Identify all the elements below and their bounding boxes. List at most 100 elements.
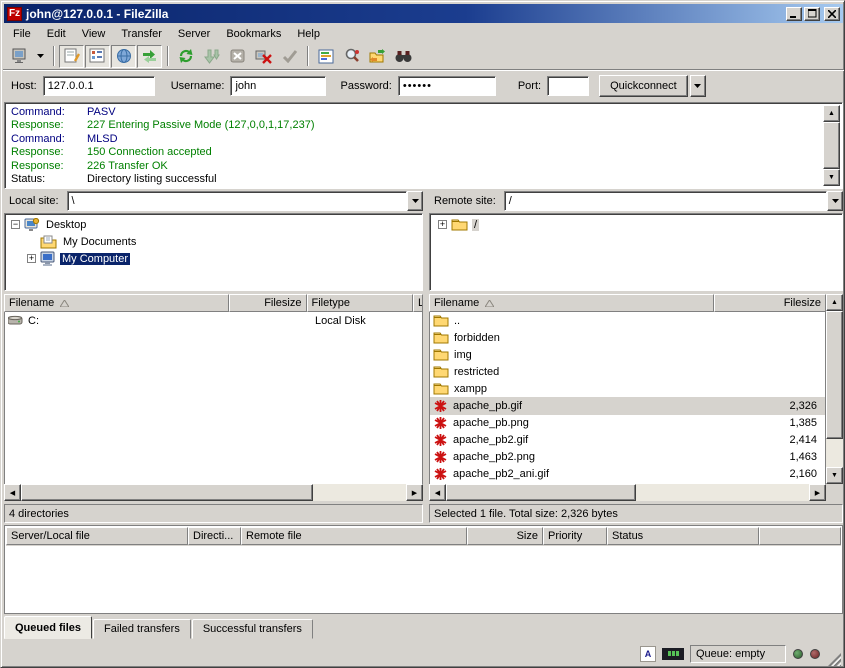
remote-file-row[interactable]: apache_pb2.gif 2,414 [430, 432, 825, 449]
binoculars-icon [395, 50, 412, 63]
remote-file-row[interactable]: img [430, 346, 825, 363]
collapse-icon[interactable]: − [11, 220, 20, 229]
remote-file-row-selected[interactable]: apache_pb.gif 2,326 [430, 397, 825, 414]
toggle-message-log-button[interactable] [59, 45, 84, 68]
remote-file-row[interactable]: forbidden [430, 329, 825, 346]
port-input[interactable] [547, 76, 589, 96]
queue-tabs: Queued files Failed transfers Successful… [4, 615, 843, 639]
resize-grip[interactable] [828, 653, 841, 666]
folder-icon [433, 365, 449, 378]
scroll-up-icon: ▲ [831, 299, 838, 306]
remote-file-row[interactable]: .. [430, 312, 825, 329]
remote-vscrollbar[interactable]: ▲ ▼ [826, 294, 843, 484]
menu-server[interactable]: Server [170, 26, 218, 42]
speed-limits-icon[interactable] [662, 648, 684, 660]
log-scrollbar[interactable]: ▲ ▼ [823, 105, 840, 186]
queue-list-area[interactable] [6, 546, 841, 612]
column-filename[interactable]: Filename [429, 294, 714, 312]
maximize-button[interactable] [804, 7, 820, 21]
tab-successful-transfers[interactable]: Successful transfers [192, 619, 313, 639]
remote-file-row[interactable]: apache_pb.png 1,385 [430, 415, 825, 432]
filter-button[interactable] [313, 45, 338, 68]
local-hscrollbar[interactable]: ◀ ▶ [4, 484, 423, 501]
local-file-row[interactable]: C: Local Disk [5, 312, 422, 329]
remote-file-list[interactable]: .. forbidden img restricted xampp apache… [429, 312, 826, 484]
tree-item-desktop[interactable]: − Desktop [7, 216, 420, 233]
image-file-icon [433, 416, 448, 430]
disconnect-button[interactable] [251, 45, 276, 68]
synchronized-browsing-button[interactable] [365, 45, 390, 68]
menu-transfer[interactable]: Transfer [113, 26, 170, 42]
column-status[interactable]: Status [607, 527, 759, 545]
local-panel: Local site: \ − Desktop My Documents + M… [4, 189, 423, 523]
remote-file-row[interactable]: apache_pb2.png 1,463 [430, 449, 825, 466]
tree-item-my-computer[interactable]: + My Computer [7, 250, 420, 267]
column-filler [759, 527, 841, 545]
menu-help[interactable]: Help [289, 26, 328, 42]
toggle-local-tree-button[interactable] [85, 45, 110, 68]
tree-item-root[interactable]: + / [432, 216, 840, 233]
menu-view[interactable]: View [74, 26, 114, 42]
remote-tree[interactable]: + / [429, 213, 843, 291]
expand-icon[interactable]: + [27, 254, 36, 263]
scroll-left-icon: ◀ [10, 489, 15, 497]
remote-file-row[interactable]: restricted [430, 363, 825, 380]
process-queue-button[interactable] [199, 45, 224, 68]
local-tree-icon [89, 48, 106, 64]
column-filename[interactable]: Filename [4, 294, 229, 312]
quickconnect-dropdown[interactable] [690, 75, 706, 97]
site-manager-button[interactable] [7, 45, 32, 68]
folder-icon [451, 218, 468, 231]
message-log-text[interactable]: Command:PASV Response:227 Entering Passi… [7, 105, 823, 186]
username-input[interactable] [230, 76, 326, 96]
menu-bookmarks[interactable]: Bookmarks [218, 26, 289, 42]
queue-size-field: Queue: empty [690, 645, 786, 663]
remote-file-row[interactable]: apache_pb2_ani.gif 2,160 [430, 466, 825, 483]
menu-edit[interactable]: Edit [39, 26, 74, 42]
host-input[interactable] [43, 76, 155, 96]
remote-site-dropdown[interactable] [827, 191, 843, 211]
image-file-icon [433, 433, 448, 447]
title-bar[interactable]: Fz john@127.0.0.1 - FileZilla [4, 4, 843, 23]
column-filesize[interactable]: Filesize [714, 294, 826, 312]
directory-comparison-button[interactable] [339, 45, 364, 68]
column-filetype[interactable]: Filetype [307, 294, 413, 312]
log-line: Response:226 Transfer OK [11, 160, 823, 173]
toggle-queue-button[interactable] [137, 45, 162, 68]
remote-site-combo[interactable]: / [504, 191, 827, 211]
reconnect-button[interactable] [277, 45, 302, 68]
site-manager-dropdown[interactable] [33, 45, 48, 68]
queue-header: Server/Local file Directi... Remote file… [6, 527, 841, 546]
column-priority[interactable]: Priority [543, 527, 607, 545]
filezilla-app-icon: Fz [7, 7, 22, 21]
find-files-button[interactable] [391, 45, 416, 68]
close-button[interactable] [824, 7, 840, 21]
password-input[interactable] [398, 76, 496, 96]
remote-site-bar: Remote site: / [429, 190, 843, 212]
transfer-type-icon[interactable]: A [640, 646, 656, 662]
column-remote-file[interactable]: Remote file [241, 527, 467, 545]
remote-hscrollbar[interactable]: ◀ ▶ [429, 484, 826, 501]
column-filesize[interactable]: Filesize [229, 294, 307, 312]
tab-queued-files[interactable]: Queued files [4, 616, 92, 639]
tab-failed-transfers[interactable]: Failed transfers [93, 619, 191, 639]
tree-item-my-documents[interactable]: My Documents [7, 233, 420, 250]
column-server-local-file[interactable]: Server/Local file [6, 527, 188, 545]
toggle-remote-tree-button[interactable] [111, 45, 136, 68]
local-site-dropdown[interactable] [407, 191, 423, 211]
column-direction[interactable]: Directi... [188, 527, 241, 545]
remote-file-row[interactable]: xampp [430, 380, 825, 397]
column-size[interactable]: Size [467, 527, 543, 545]
refresh-button[interactable] [173, 45, 198, 68]
menu-file[interactable]: File [5, 26, 39, 42]
cancel-button[interactable] [225, 45, 250, 68]
local-tree[interactable]: − Desktop My Documents + My Computer [4, 213, 423, 291]
minimize-button[interactable] [786, 7, 802, 21]
local-file-list[interactable]: C: Local Disk [4, 312, 423, 484]
local-site-combo[interactable]: \ [67, 191, 407, 211]
expand-icon[interactable]: + [438, 220, 447, 229]
log-line: Response:150 Connection accepted [11, 146, 823, 159]
quickconnect-button[interactable]: Quickconnect [599, 75, 688, 97]
scroll-right-icon: ▶ [815, 489, 820, 497]
column-lastmodified[interactable]: L [413, 294, 423, 312]
